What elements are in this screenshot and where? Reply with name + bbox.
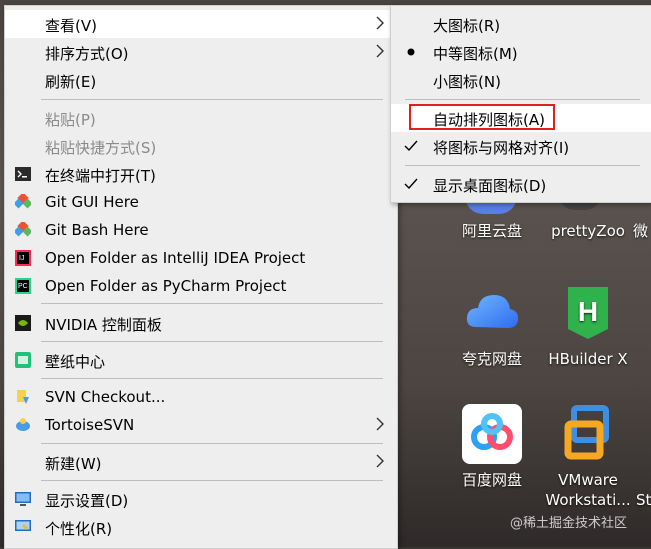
menu-item-label: TortoiseSVN bbox=[45, 416, 135, 434]
intellij-icon: IJ bbox=[15, 250, 31, 266]
desktop-icon-label: 阿里云盘 bbox=[461, 222, 522, 240]
pycharm-icon: PC bbox=[15, 278, 31, 294]
submenu-item-label: 中等图标(M) bbox=[433, 45, 518, 63]
svg-text:IJ: IJ bbox=[19, 255, 24, 262]
personalize-icon bbox=[15, 520, 31, 531]
menu-item-refresh[interactable]: 刷新(E) bbox=[5, 66, 397, 94]
hbuilder-icon: H bbox=[558, 283, 618, 343]
desktop-icon-hbuilder[interactable]: H HBuilder X bbox=[543, 283, 633, 369]
menu-item-label: 刷新(E) bbox=[45, 73, 97, 91]
menu-item-label: Open Folder as PyCharm Project bbox=[45, 277, 287, 295]
menu-item-open-pycharm[interactable]: PC Open Folder as PyCharm Project bbox=[5, 272, 397, 300]
desktop-icon-label-2: Workstati... bbox=[545, 491, 631, 509]
terminal-icon bbox=[15, 167, 31, 181]
svg-text:PC: PC bbox=[18, 283, 28, 290]
menu-separator bbox=[41, 99, 383, 100]
menu-item-paste[interactable]: 粘贴(P) bbox=[5, 104, 397, 132]
submenu-item-label: 小图标(N) bbox=[433, 73, 501, 91]
menu-item-open-terminal[interactable]: 在终端中打开(T) bbox=[5, 160, 397, 188]
menu-item-label: 新建(W) bbox=[45, 455, 102, 473]
quark-cloud-icon bbox=[462, 283, 522, 343]
menu-item-new[interactable]: 新建(W) bbox=[5, 448, 397, 476]
nvidia-icon bbox=[15, 315, 31, 331]
desktop-icon-partial[interactable]: 微 bbox=[633, 221, 651, 241]
desktop-icon-partial-st[interactable]: St bbox=[636, 490, 651, 510]
submenu-item-label: 显示桌面图标(D) bbox=[433, 177, 547, 195]
menu-separator bbox=[41, 443, 383, 444]
menu-item-git-bash[interactable]: Git Bash Here bbox=[5, 216, 397, 244]
menu-item-label: NVIDIA 控制面板 bbox=[45, 316, 162, 334]
submenu-item-align-to-grid[interactable]: 将图标与网格对齐(I) bbox=[391, 132, 651, 160]
menu-item-label: 排序方式(O) bbox=[45, 45, 129, 63]
menu-item-tortoisesvn[interactable]: TortoiseSVN bbox=[5, 411, 397, 439]
menu-item-label: 粘贴快捷方式(S) bbox=[45, 139, 157, 157]
menu-item-label: Git Bash Here bbox=[45, 221, 149, 239]
desktop-icon-label: 微 bbox=[633, 222, 649, 240]
menu-item-personalize[interactable]: 个性化(R) bbox=[5, 513, 397, 541]
git-icon bbox=[15, 222, 31, 237]
svg-text:H: H bbox=[578, 296, 598, 327]
submenu-item-medium-icons[interactable]: 中等图标(M) bbox=[391, 38, 651, 66]
checkmark-icon bbox=[404, 178, 418, 190]
menu-item-view[interactable]: 查看(V) bbox=[5, 10, 397, 38]
desktop-icon-quark[interactable]: 夸克网盘 bbox=[447, 283, 537, 369]
menu-item-label: Open Folder as IntelliJ IDEA Project bbox=[45, 249, 306, 267]
menu-item-svn-checkout[interactable]: SVN Checkout... bbox=[5, 383, 397, 411]
highlight-annotation bbox=[409, 104, 555, 130]
desktop-icon-label: HBuilder X bbox=[548, 350, 628, 368]
baidu-netdisk-icon bbox=[462, 404, 522, 464]
menu-item-paste-shortcut[interactable]: 粘贴快捷方式(S) bbox=[5, 132, 397, 160]
menu-item-label: 粘贴(P) bbox=[45, 111, 96, 129]
desktop-icon-label: VMware bbox=[558, 471, 618, 489]
menu-item-git-gui[interactable]: Git GUI Here bbox=[5, 188, 397, 216]
chevron-right-icon bbox=[376, 44, 384, 58]
menu-item-label: 在终端中打开(T) bbox=[45, 167, 156, 185]
menu-item-label: 查看(V) bbox=[45, 17, 97, 35]
menu-separator bbox=[41, 303, 383, 304]
menu-item-label: 显示设置(D) bbox=[45, 492, 129, 510]
desktop-context-menu: 查看(V) 排序方式(O) 刷新(E) 粘贴(P) 粘贴快捷方式(S) 在终端中… bbox=[4, 5, 398, 549]
menu-item-nvidia[interactable]: NVIDIA 控制面板 bbox=[5, 309, 397, 337]
menu-separator bbox=[405, 165, 640, 166]
wallpaper-icon bbox=[15, 352, 31, 368]
menu-item-label: Git GUI Here bbox=[45, 193, 139, 211]
menu-item-label: SVN Checkout... bbox=[45, 388, 166, 406]
menu-separator bbox=[41, 341, 383, 342]
submenu-item-large-icons[interactable]: 大图标(R) bbox=[391, 10, 651, 38]
menu-separator bbox=[41, 480, 383, 481]
menu-separator bbox=[41, 378, 383, 379]
submenu-item-small-icons[interactable]: 小图标(N) bbox=[391, 66, 651, 94]
menu-item-open-intellij[interactable]: IJ Open Folder as IntelliJ IDEA Project bbox=[5, 244, 397, 272]
desktop-icon-prettyzoo[interactable]: prettyZoo bbox=[543, 221, 633, 241]
chevron-right-icon bbox=[376, 454, 384, 468]
desktop-icon-label: 百度网盘 bbox=[461, 471, 522, 489]
view-submenu: 大图标(R) 中等图标(M) 小图标(N) 自动排列图标(A) 将图标与网格对齐… bbox=[390, 5, 651, 203]
watermark-text: @稀土掘金技术社区 bbox=[510, 516, 628, 531]
display-icon bbox=[15, 492, 31, 506]
submenu-item-label: 大图标(R) bbox=[433, 17, 501, 35]
desktop-icon-label: prettyZoo bbox=[551, 222, 625, 240]
menu-item-wallpaper[interactable]: 壁纸中心 bbox=[5, 346, 397, 374]
vmware-icon bbox=[558, 404, 618, 464]
chevron-right-icon bbox=[376, 16, 384, 30]
desktop-icon-vmware[interactable]: VMware Workstati... bbox=[543, 404, 633, 510]
menu-separator bbox=[405, 99, 640, 100]
chevron-right-icon bbox=[376, 417, 384, 431]
menu-item-label: 个性化(R) bbox=[45, 520, 113, 538]
menu-item-label: 壁纸中心 bbox=[45, 353, 106, 371]
submenu-item-show-desktop-icons[interactable]: 显示桌面图标(D) bbox=[391, 170, 651, 198]
desktop-icon-aliyun[interactable]: 阿里云盘 bbox=[447, 221, 537, 241]
svn-checkout-icon bbox=[17, 390, 29, 404]
desktop-icon-baidu[interactable]: 百度网盘 bbox=[447, 404, 537, 490]
submenu-item-label: 将图标与网格对齐(I) bbox=[433, 139, 570, 157]
radio-dot-icon bbox=[407, 48, 415, 56]
desktop-icon-label: 夸克网盘 bbox=[461, 350, 522, 368]
menu-item-sort[interactable]: 排序方式(O) bbox=[5, 38, 397, 66]
desktop-icon-label: St bbox=[636, 491, 651, 509]
tortoisesvn-icon bbox=[16, 418, 30, 431]
git-icon bbox=[15, 194, 31, 209]
menu-item-display-settings[interactable]: 显示设置(D) bbox=[5, 485, 397, 513]
checkmark-icon bbox=[404, 140, 418, 152]
